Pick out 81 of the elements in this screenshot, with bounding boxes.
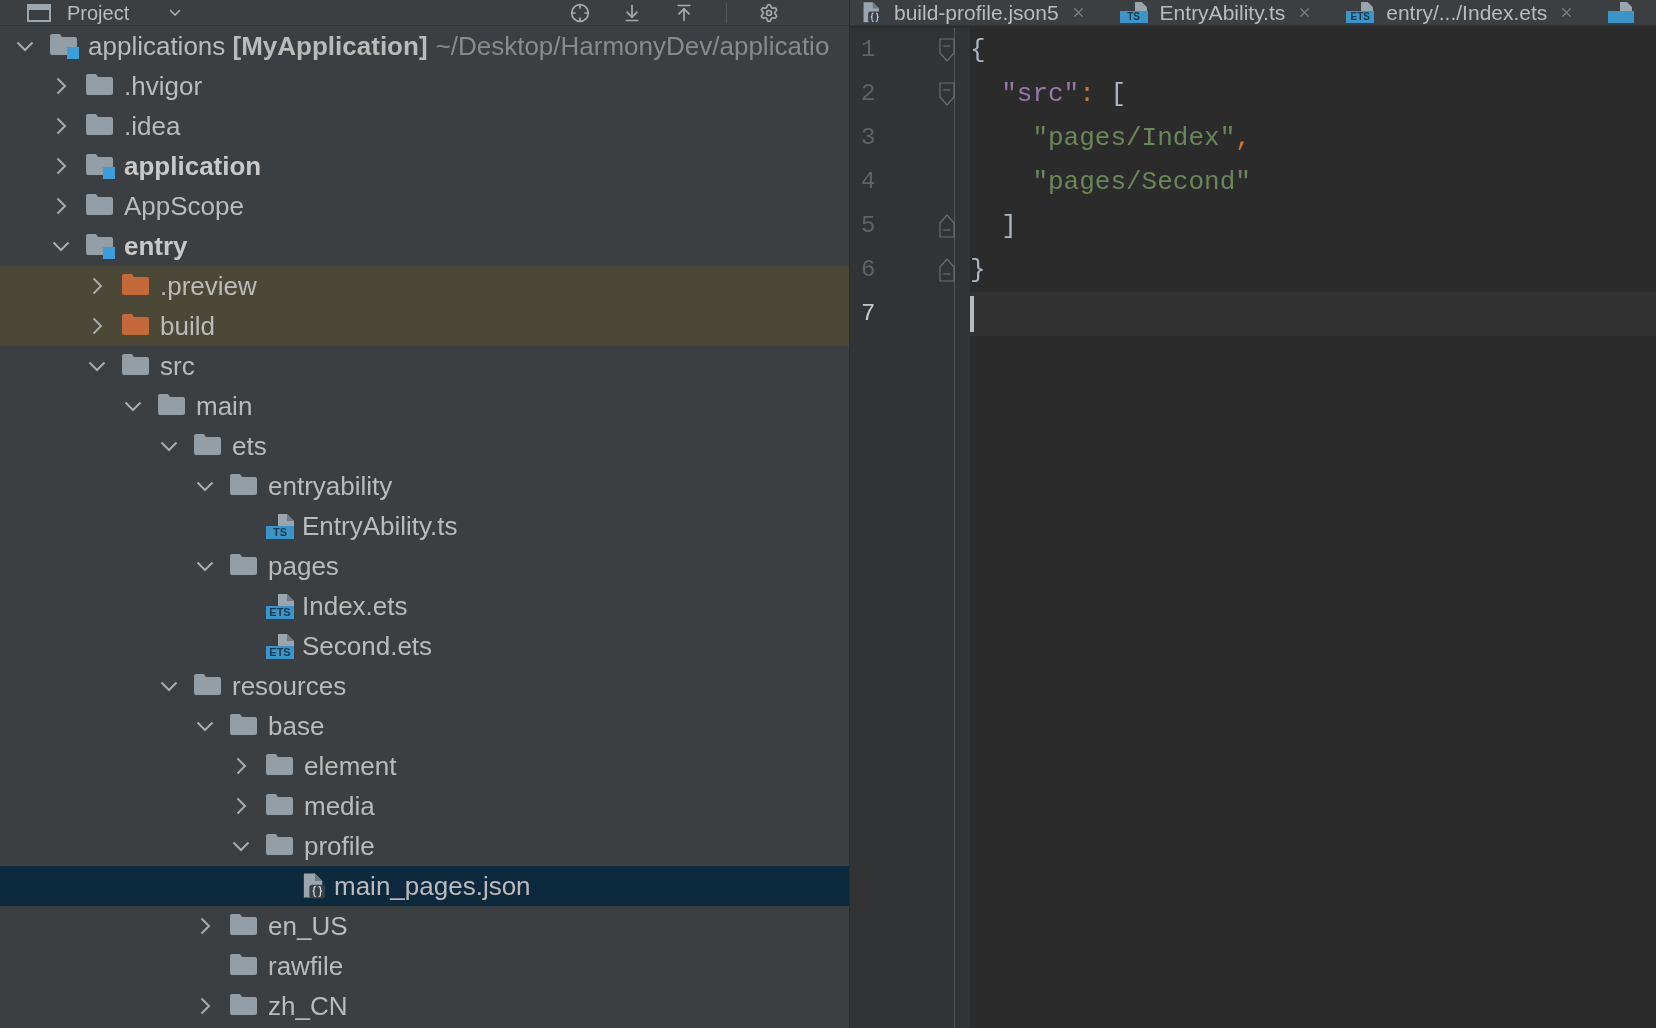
settings-icon[interactable] xyxy=(759,2,779,23)
file-icon xyxy=(278,593,294,606)
tree-item[interactable]: base xyxy=(0,706,849,746)
tree-item[interactable]: media xyxy=(0,786,849,826)
tree-item[interactable]: ETS Index.ets xyxy=(0,586,849,626)
chevron-right-icon[interactable] xyxy=(55,117,67,135)
tree-item[interactable]: rawfile xyxy=(0,946,849,986)
tree-item[interactable]: main_pages.json xyxy=(0,866,849,906)
file-type-badge: ETS xyxy=(1346,11,1375,23)
tree-item[interactable]: resources xyxy=(0,666,849,706)
tree-item[interactable]: applications [MyApplication] ~/Desktop/HarmonyDev/applicatio xyxy=(0,26,849,66)
line-number: 7 xyxy=(860,299,877,329)
fold-marker-icon[interactable] xyxy=(939,214,955,238)
file-type-badge: TS xyxy=(266,525,294,539)
window-icon xyxy=(27,3,51,22)
text-cursor xyxy=(970,296,974,332)
code-line: } xyxy=(970,253,986,287)
folder-path: ~/Desktop/HarmonyDev/applicatio xyxy=(435,29,830,63)
code-line: "pages/Second" xyxy=(1032,165,1251,199)
chevron-down-icon[interactable] xyxy=(88,360,106,372)
chevron-right-icon[interactable] xyxy=(91,317,103,335)
json-file-icon xyxy=(302,872,326,900)
chevron-down-icon[interactable] xyxy=(196,720,214,732)
editor-tab[interactable]: TS EntryAbility.ts xyxy=(1107,0,1335,25)
tree-item[interactable]: profile xyxy=(0,826,849,866)
crosshair-icon[interactable] xyxy=(570,2,590,23)
tree-item[interactable]: src xyxy=(0,346,849,386)
arrow-up-to-line-icon[interactable] xyxy=(674,2,694,23)
code-line: "src": [ xyxy=(1001,77,1127,111)
fold-marker-icon[interactable] xyxy=(939,258,955,282)
file-type-badge: ETS xyxy=(266,605,294,619)
tree-item[interactable]: .hvigor xyxy=(0,66,849,106)
chevron-right-icon[interactable] xyxy=(91,277,103,295)
tool-window-title[interactable]: Project xyxy=(67,0,130,26)
tree-item[interactable]: zh_CN xyxy=(0,986,849,1026)
chevron-down-icon[interactable] xyxy=(124,400,142,412)
code-line: "pages/Index", xyxy=(1032,121,1251,155)
chevron-down-icon[interactable] xyxy=(16,40,34,52)
fold-marker-icon[interactable] xyxy=(939,82,955,106)
chevron-down-icon[interactable] xyxy=(160,680,178,692)
tree-item[interactable]: TS EntryAbility.ts xyxy=(0,506,849,546)
tree-item[interactable]: element xyxy=(0,746,849,786)
file-type-badge: TS xyxy=(1119,11,1148,23)
chevron-down-icon[interactable] xyxy=(196,480,214,492)
chevron-down-icon[interactable] xyxy=(160,440,178,452)
tree-item[interactable]: .preview xyxy=(0,266,849,306)
caret-icon[interactable] xyxy=(169,8,182,17)
module-folder-icon xyxy=(86,233,116,259)
chevron-down-icon[interactable] xyxy=(52,240,70,252)
tree-item[interactable]: application xyxy=(0,146,849,186)
file-icon xyxy=(278,633,294,646)
chevron-right-icon[interactable] xyxy=(235,757,247,775)
tree-item[interactable]: entry xyxy=(0,226,849,266)
editor-tab[interactable]: build-profile.json5 xyxy=(850,0,1108,25)
chevron-right-icon[interactable] xyxy=(55,77,67,95)
file-icon xyxy=(278,513,294,526)
chevron-down-icon[interactable] xyxy=(196,560,214,572)
tree-item[interactable]: .idea xyxy=(0,106,849,146)
fold-marker-icon[interactable] xyxy=(939,38,955,62)
file-type-badge: ETS xyxy=(266,645,294,659)
tree-item[interactable]: entryability xyxy=(0,466,849,506)
chevron-right-icon[interactable] xyxy=(55,197,67,215)
arrow-down-to-line-icon[interactable] xyxy=(622,2,642,23)
module-folder-icon xyxy=(86,153,116,179)
tree-item[interactable]: pages xyxy=(0,546,849,586)
tree-item[interactable]: AppScope xyxy=(0,186,849,226)
chevron-right-icon[interactable] xyxy=(199,917,211,935)
chevron-right-icon[interactable] xyxy=(199,997,211,1015)
editor-tab[interactable]: ETS entry/.../Index.ets xyxy=(1334,0,1597,25)
tree-item[interactable]: en_US xyxy=(0,906,849,946)
tree-item[interactable]: ets xyxy=(0,426,849,466)
code-line: ] xyxy=(1001,209,1017,243)
tree-item[interactable]: main xyxy=(0,386,849,426)
chevron-right-icon[interactable] xyxy=(235,797,247,815)
chevron-right-icon[interactable] xyxy=(55,157,67,175)
code-line: { xyxy=(970,33,986,67)
chevron-down-icon[interactable] xyxy=(232,840,250,852)
file-icon xyxy=(1608,2,1635,23)
tree-item[interactable]: ETS Second.ets xyxy=(0,626,849,666)
module-folder-icon xyxy=(50,33,80,59)
tree-item[interactable]: build xyxy=(0,306,849,346)
